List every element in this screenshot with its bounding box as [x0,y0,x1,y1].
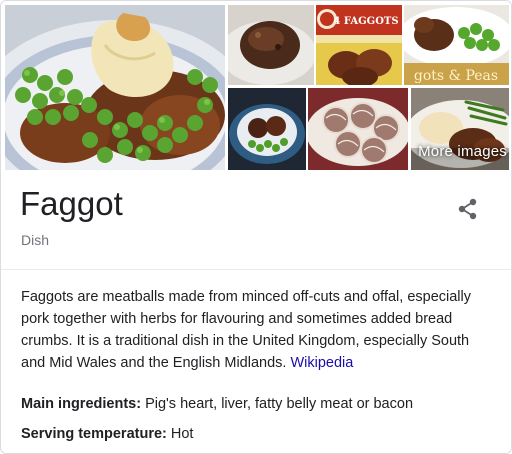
caul-wrapped-faggots-photo [308,88,408,170]
panel-header: Faggot Dish [1,172,511,270]
description: Faggots are meatballs made from minced o… [21,286,497,374]
image-tile-e[interactable] [308,88,408,170]
fact-label: Serving temperature: [21,426,167,442]
faggots-and-peas-photo: gots & Peas [404,5,509,85]
faggot-close-up-photo [228,5,314,85]
fact-row: Serving temperature: Hot [21,426,193,442]
image-tile-c[interactable]: gots & Peas [404,5,509,85]
more-images-link[interactable]: More images [418,143,507,160]
fact-label: Main ingredients: [21,396,142,412]
image-collage[interactable]: 4 FAGGOTS gots & Peas More images [1,1,511,172]
image-tile-a[interactable] [228,5,314,85]
fact-value: Hot [170,426,194,442]
pack-label: 4 FAGGOTS [333,16,398,27]
share-icon [458,198,477,220]
description-text: Faggots are meatballs made from minced o… [21,289,471,371]
faggots-packaging-photo: 4 FAGGOTS [316,5,402,85]
entity-type: Dish [21,232,50,248]
image-tile-b[interactable]: 4 FAGGOTS [316,5,402,85]
faggots-on-plate-photo [228,88,306,170]
faggots-with-mash-and-peas-photo [5,5,225,170]
fact-row: Main ingredients: Pig's heart, liver, fa… [21,396,413,412]
knowledge-panel: 4 FAGGOTS gots & Peas More images Faggot… [0,0,512,454]
image-tile-d[interactable] [228,88,306,170]
banner-text: gots & Peas [414,68,498,84]
page-title: Faggot [20,185,123,222]
wikipedia-link[interactable]: Wikipedia [290,355,353,371]
fact-value: Pig's heart, liver, fatty belly meat or … [145,396,414,412]
share-button[interactable] [453,194,483,224]
image-tile-main[interactable] [5,5,225,170]
